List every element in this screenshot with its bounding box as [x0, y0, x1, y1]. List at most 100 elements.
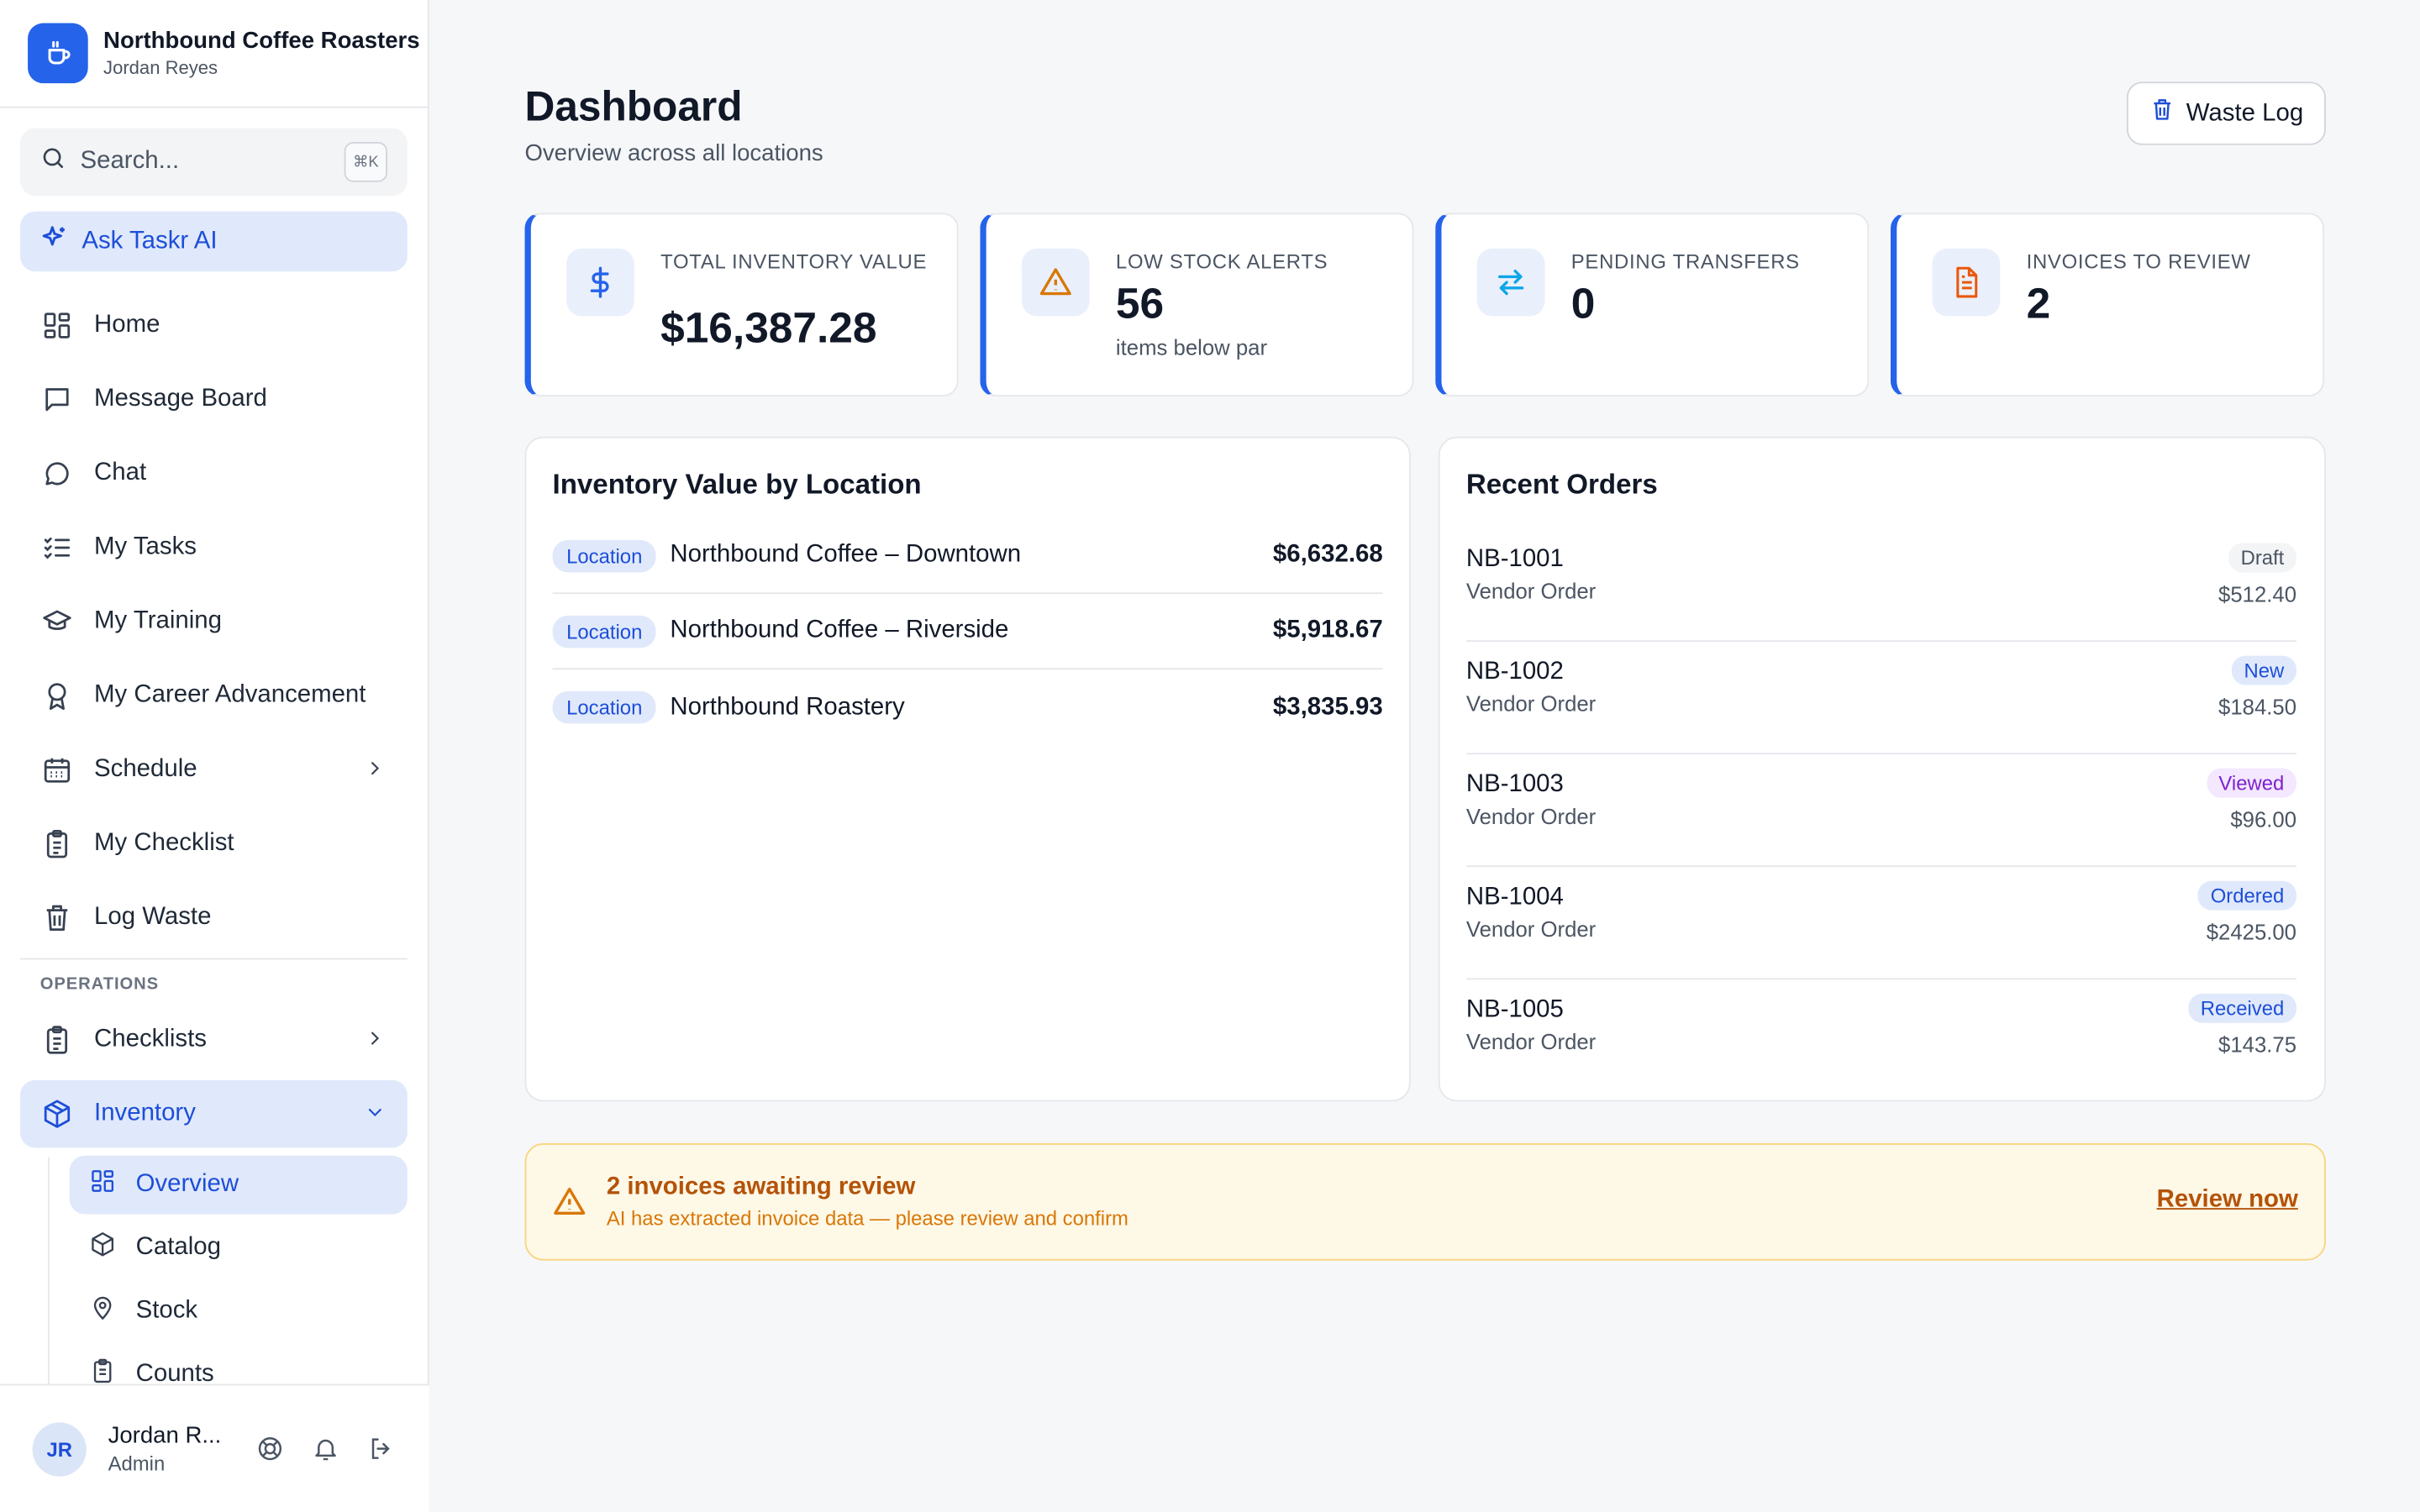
order-type: Vendor Order — [1465, 578, 1597, 604]
avatar[interactable]: JR — [32, 1421, 87, 1476]
nav-item-checklists[interactable]: Checklists — [20, 1006, 408, 1074]
order-id: NB-1002 — [1465, 659, 1564, 685]
user-role: Admin — [108, 1452, 166, 1475]
status-badge: Received — [2188, 993, 2297, 1023]
calendar-icon — [40, 753, 74, 786]
clipboard-icon — [40, 1023, 74, 1057]
nav-item-career[interactable]: My Career Advancement — [20, 662, 408, 730]
stat-value: 56 — [1115, 279, 1165, 328]
order-type: Vendor Order — [1465, 690, 1597, 717]
nav-label: My Training — [94, 607, 222, 634]
nav-item-my-checklist[interactable]: My Checklist — [20, 810, 408, 878]
coffee-cup-icon — [28, 23, 88, 84]
order-id: NB-1004 — [1465, 884, 1564, 911]
order-row[interactable]: NB-1001 Vendor Order Draft $512.40 — [1465, 529, 2297, 643]
location-tag: Location — [552, 614, 656, 648]
main-content: Dashboard Overview across all locations … — [429, 0, 2420, 1512]
nav-label: Home — [94, 312, 160, 339]
subnav-item-catalog[interactable]: Catalog — [70, 1219, 408, 1278]
nav-item-home[interactable]: Home — [20, 291, 408, 360]
stat-label: LOW STOCK ALERTS — [1115, 249, 1328, 274]
inventory-subnav: Overview Catalog Stock Counts — [69, 1155, 408, 1409]
location-value: $3,835.93 — [1272, 693, 1383, 720]
subnav-label: Stock — [135, 1297, 198, 1324]
trash-icon — [2149, 97, 2174, 130]
nav-label: Message Board — [94, 386, 267, 412]
user-bar: JR Jordan R... Admin — [0, 1383, 429, 1512]
stat-note: items below par — [1115, 334, 1268, 360]
location-name: Northbound Coffee – Downtown — [670, 541, 1022, 568]
order-id: NB-1003 — [1465, 771, 1564, 798]
document-icon — [1932, 248, 2001, 317]
stat-value: 2 — [2026, 279, 2051, 328]
order-row[interactable]: NB-1003 Vendor Order Viewed $96.00 — [1465, 754, 2297, 868]
graduation-cap-icon — [40, 605, 74, 638]
subnav-label: Catalog — [135, 1234, 221, 1261]
stat-card-total-inventory[interactable]: TOTAL INVENTORY VALUE $16,387.28 — [524, 213, 959, 397]
order-row[interactable]: NB-1004 Vendor Order Ordered $2425.00 — [1465, 867, 2297, 980]
order-type: Vendor Order — [1465, 803, 1597, 829]
location-tag: Location — [552, 690, 656, 724]
nav-item-message-board[interactable]: Message Board — [20, 365, 408, 433]
ask-ai-button[interactable]: Ask Taskr AI — [19, 211, 408, 272]
warning-icon — [553, 1185, 587, 1227]
stat-value: $16,387.28 — [660, 303, 877, 352]
order-type: Vendor Order — [1465, 1029, 1597, 1054]
bell-icon[interactable] — [308, 1431, 342, 1465]
nav-item-schedule[interactable]: Schedule — [20, 736, 408, 804]
nav-item-my-training[interactable]: My Training — [20, 588, 408, 656]
location-value: $5,918.67 — [1272, 617, 1383, 643]
nav-label: My Tasks — [94, 533, 197, 560]
review-now-link[interactable]: Review now — [2157, 1186, 2298, 1214]
brand-name: Northbound Coffee Roasters — [103, 28, 420, 55]
location-row[interactable]: Location Northbound Coffee – Downtown $6… — [552, 518, 1383, 595]
location-tag: Location — [552, 538, 656, 572]
nav-item-log-waste[interactable]: Log Waste — [20, 884, 408, 952]
inventory-by-location-card: Inventory Value by Location Location Nor… — [524, 436, 1411, 1102]
sidebar: Northbound Coffee Roasters Jordan Reyes … — [0, 0, 429, 1512]
stat-label: INVOICES TO REVIEW — [2026, 249, 2251, 274]
subnav-label: Overview — [135, 1171, 239, 1198]
nav-label: Chat — [94, 459, 147, 486]
stat-card-low-stock[interactable]: LOW STOCK ALERTS 56 items below par — [980, 213, 1414, 397]
order-row[interactable]: NB-1002 Vendor Order New $184.50 — [1465, 642, 2297, 755]
logout-icon[interactable] — [364, 1431, 397, 1465]
chat-bubble-icon — [40, 457, 74, 491]
recent-orders-card: Recent Orders NB-1001 Vendor Order Draft… — [1438, 436, 2326, 1102]
nav-item-chat[interactable]: Chat — [20, 439, 408, 507]
box-icon — [90, 1231, 116, 1265]
subnav-item-stock[interactable]: Stock — [70, 1282, 408, 1341]
grid-icon — [90, 1168, 116, 1201]
alert-subtitle: AI has extracted invoice data — please r… — [606, 1206, 1128, 1230]
waste-log-button[interactable]: Waste Log — [2126, 81, 2326, 145]
user-name: Jordan R... — [108, 1422, 222, 1449]
location-row[interactable]: Location Northbound Roastery $3,835.93 — [552, 669, 1383, 745]
nav-label: My Career Advancement — [94, 681, 366, 709]
nav-item-my-tasks[interactable]: My Tasks — [20, 514, 408, 582]
status-badge: New — [2231, 655, 2297, 685]
chevron-down-icon — [364, 1101, 386, 1131]
order-amount: $2425.00 — [2206, 919, 2297, 945]
order-row[interactable]: NB-1005 Vendor Order Received $143.75 — [1465, 979, 2297, 1092]
subnav-item-overview[interactable]: Overview — [69, 1155, 408, 1215]
ask-ai-label: Ask Taskr AI — [82, 227, 218, 255]
search-placeholder: Search... — [80, 148, 180, 175]
stat-card-invoices[interactable]: INVOICES TO REVIEW 2 — [1890, 213, 2325, 397]
page-subtitle: Overview across all locations — [524, 140, 823, 167]
status-badge: Draft — [2228, 543, 2297, 573]
status-badge: Ordered — [2198, 880, 2297, 911]
nav-item-inventory[interactable]: Inventory — [19, 1079, 408, 1148]
search-icon — [40, 145, 66, 179]
clipboard-icon — [40, 827, 74, 860]
warning-icon — [1021, 248, 1090, 317]
stat-label: PENDING TRANSFERS — [1570, 249, 1800, 274]
stat-card-pending-transfers[interactable]: PENDING TRANSFERS 0 — [1435, 213, 1870, 397]
location-row[interactable]: Location Northbound Coffee – Riverside $… — [552, 594, 1383, 670]
main-nav: Home Message Board Chat My Tasks My Trai… — [20, 291, 408, 958]
alert-title: 2 invoices awaiting review — [606, 1173, 916, 1200]
chevron-right-icon — [364, 1027, 386, 1057]
search-input[interactable]: Search... ⌘K — [19, 128, 408, 197]
order-amount: $143.75 — [2218, 1032, 2297, 1058]
nav-label: Log Waste — [94, 904, 212, 931]
help-lifebuoy-icon[interactable] — [253, 1431, 287, 1465]
